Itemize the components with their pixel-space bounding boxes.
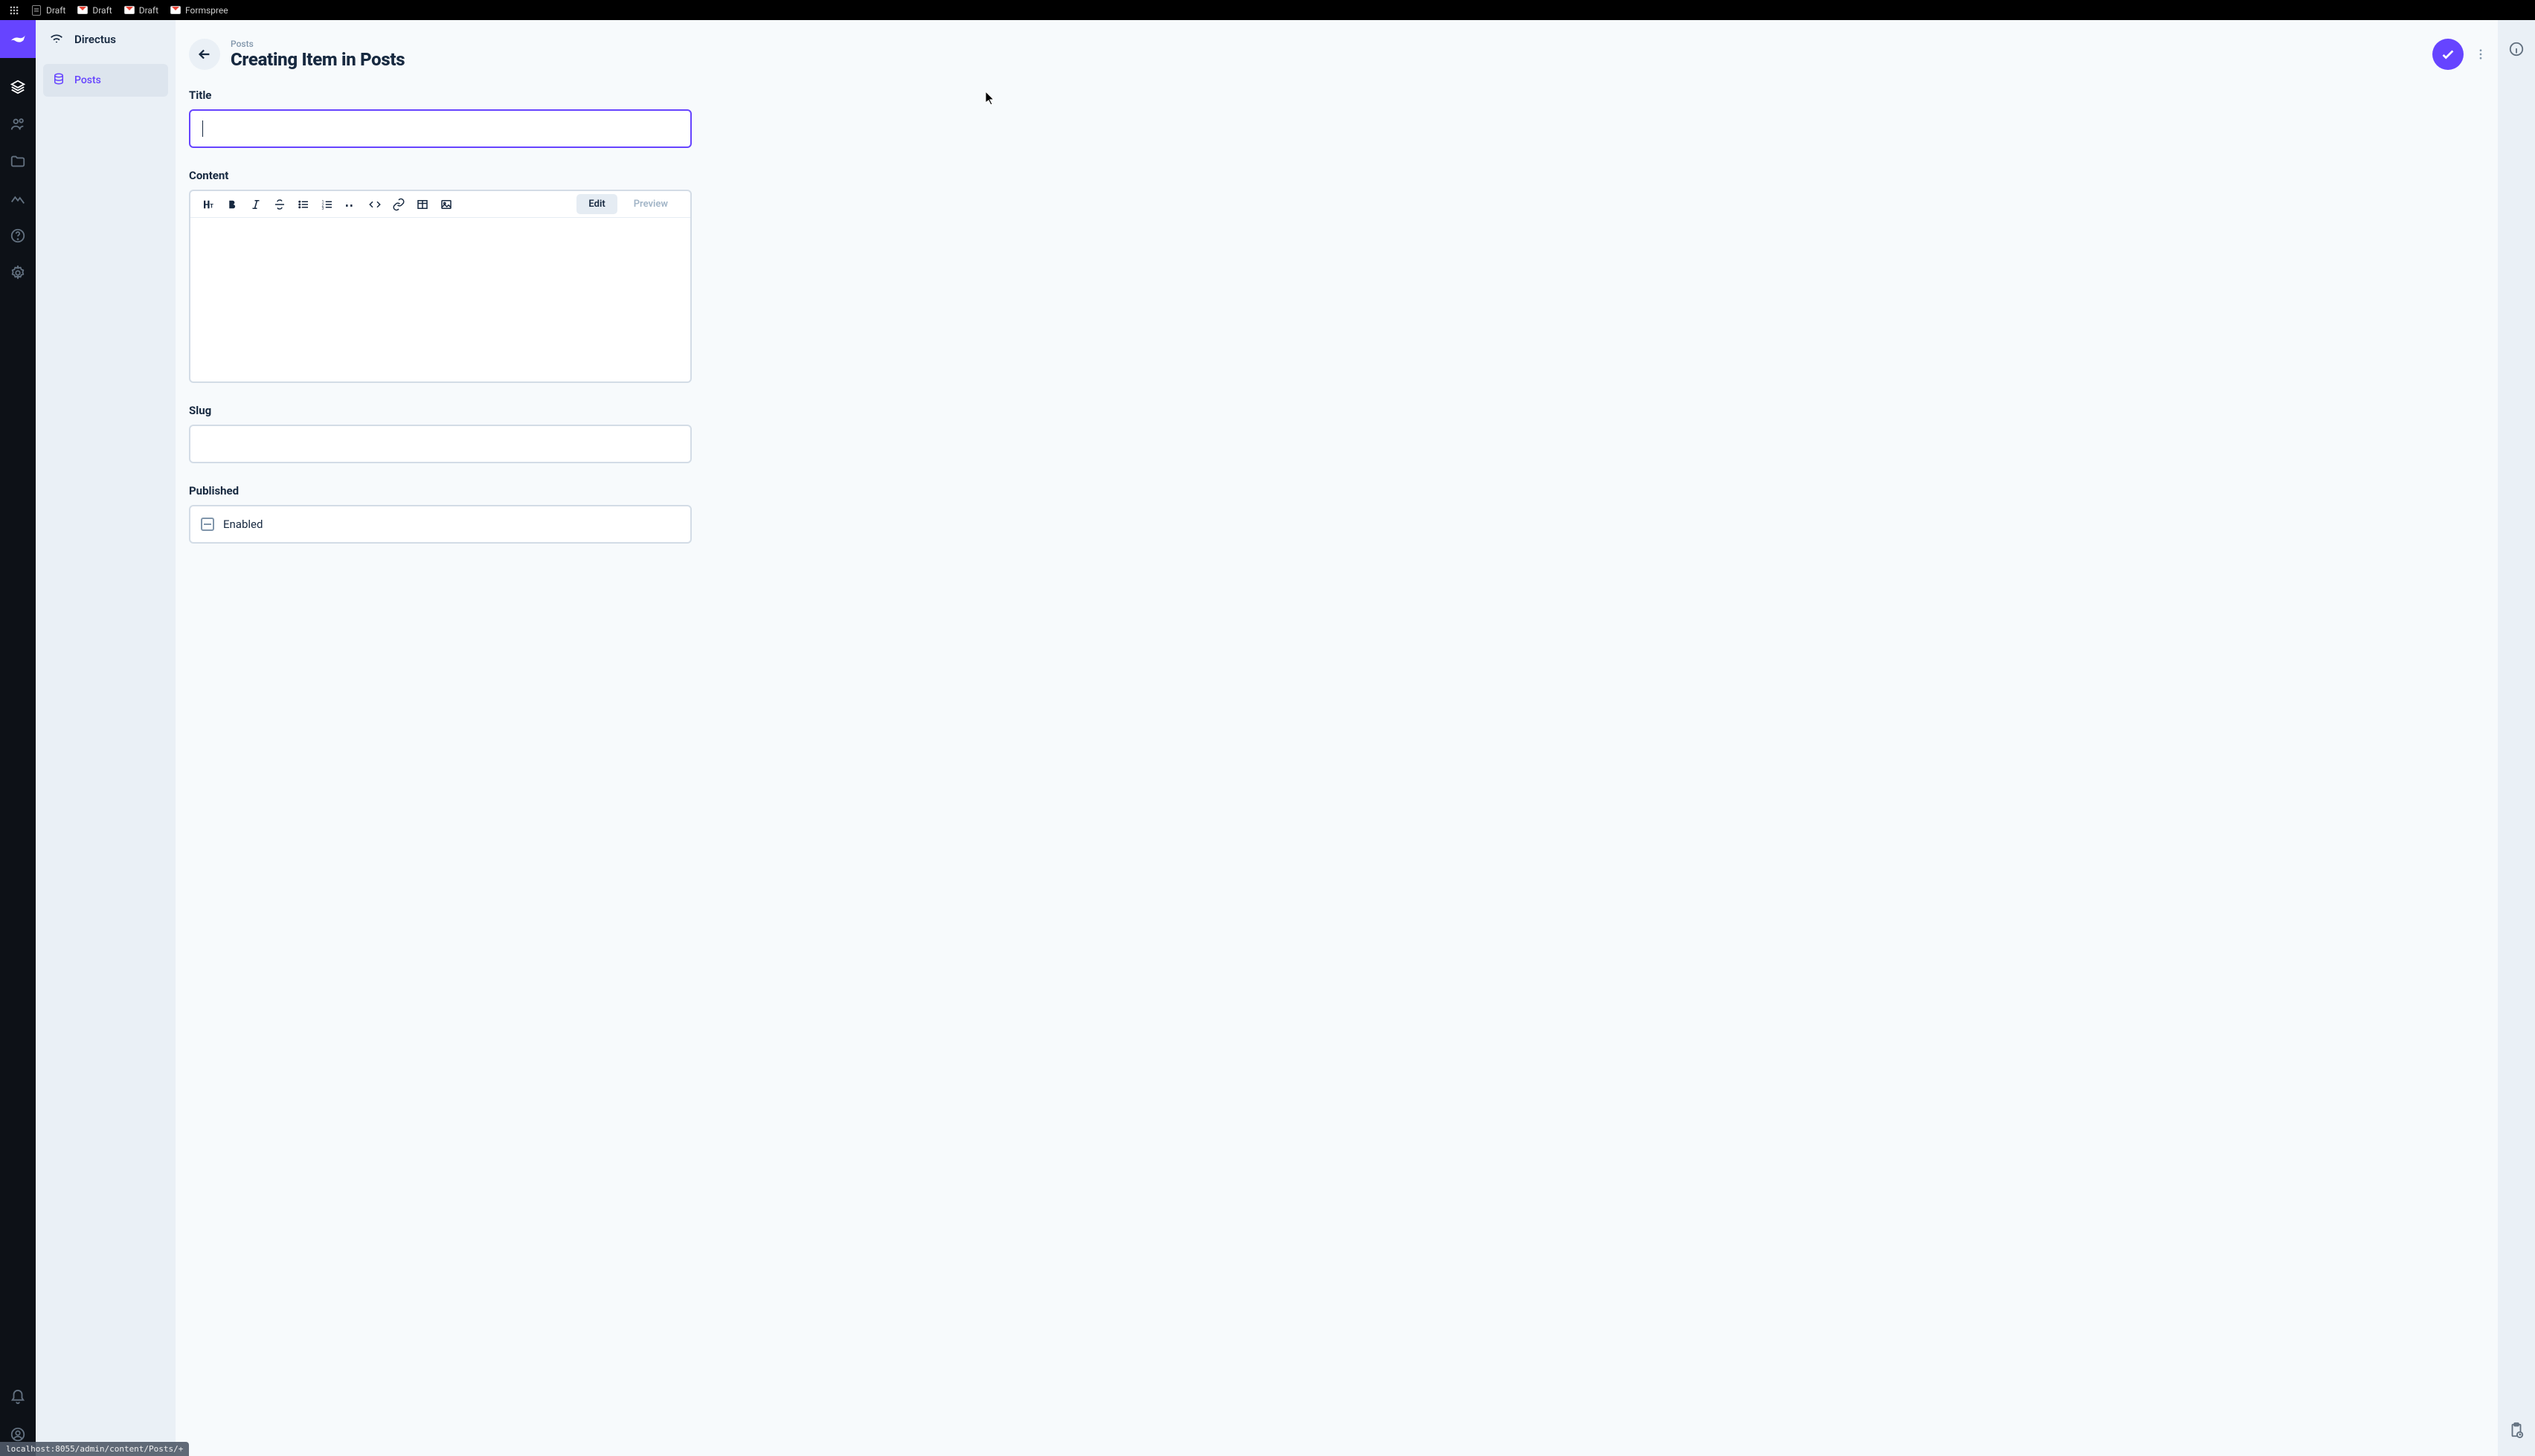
published-checkbox-wrap[interactable]: Enabled (189, 505, 692, 544)
app-name: Directus (74, 33, 116, 46)
sidebar: Directus Posts (36, 20, 176, 1456)
form-area: Title Content T (176, 88, 2498, 1456)
save-button[interactable] (2432, 39, 2464, 70)
wifi-icon (49, 30, 64, 48)
content-textarea[interactable] (190, 218, 690, 381)
apps-grid-icon[interactable] (9, 5, 19, 16)
tab-label: Formspree (185, 5, 228, 16)
slug-input[interactable] (189, 425, 692, 463)
checkbox-icon[interactable] (201, 518, 214, 531)
collection-label: Posts (74, 74, 101, 86)
field-title: Title (189, 88, 692, 148)
editor-toolbar: T 123 Edit (190, 191, 690, 218)
collection-list: Posts (36, 58, 176, 103)
gmail-icon (124, 5, 135, 16)
heading-button[interactable]: T (196, 193, 220, 216)
field-content: Content T 123 (189, 169, 692, 383)
tab-label: Draft (46, 5, 65, 16)
page-title: Creating Item in Posts (231, 49, 2422, 70)
edit-mode-button[interactable]: Edit (576, 194, 617, 214)
browser-tab[interactable]: Draft (124, 5, 158, 16)
bullet-list-button[interactable] (292, 193, 315, 216)
nav-users[interactable] (0, 106, 36, 143)
blockquote-button[interactable] (339, 193, 363, 216)
nav-notifications[interactable] (0, 1379, 36, 1416)
field-slug: Slug (189, 404, 692, 463)
nav-content[interactable] (0, 68, 36, 106)
link-button[interactable] (387, 193, 411, 216)
database-icon (52, 72, 65, 88)
field-label: Slug (189, 404, 692, 417)
image-button[interactable] (434, 193, 458, 216)
strikethrough-button[interactable] (268, 193, 292, 216)
main-content: Posts Creating Item in Posts Title (176, 20, 2498, 1456)
nav-rail (0, 20, 36, 1456)
app-shell: Directus Posts Posts Creating Item in Po… (0, 20, 2535, 1456)
right-rail (2498, 20, 2535, 1456)
content-editor: T 123 Edit (189, 190, 692, 383)
browser-tab[interactable]: Formspree (170, 5, 228, 16)
title-input[interactable] (189, 109, 692, 148)
breadcrumb[interactable]: Posts (231, 39, 2422, 49)
gmail-icon (77, 5, 88, 16)
nav-docs[interactable] (0, 217, 36, 254)
collection-item-posts[interactable]: Posts (43, 64, 168, 97)
tab-label: Draft (92, 5, 112, 16)
doc-icon (31, 5, 42, 16)
gmail-icon (170, 5, 181, 16)
field-label: Title (189, 88, 692, 102)
nav-files[interactable] (0, 143, 36, 180)
nav-settings[interactable] (0, 254, 36, 291)
browser-tab[interactable]: Draft (77, 5, 112, 16)
preview-mode-button[interactable]: Preview (622, 194, 680, 214)
topbar: Posts Creating Item in Posts (176, 20, 2498, 88)
clipboard-button[interactable] (2498, 1411, 2535, 1449)
nav-insights[interactable] (0, 180, 36, 217)
status-bar: localhost:8055/admin/content/Posts/+ (0, 1442, 189, 1456)
more-options-button[interactable] (2474, 39, 2487, 70)
sidebar-header: Directus (36, 20, 176, 58)
text-caret (202, 120, 203, 137)
table-button[interactable] (411, 193, 434, 216)
bold-button[interactable] (220, 193, 244, 216)
field-label: Content (189, 169, 692, 182)
numbered-list-button[interactable]: 123 (315, 193, 339, 216)
app-logo[interactable] (0, 20, 36, 58)
browser-tab[interactable]: Draft (31, 5, 65, 16)
svg-text:T: T (210, 202, 213, 209)
info-button[interactable] (2498, 30, 2535, 68)
italic-button[interactable] (244, 193, 268, 216)
field-published: Published Enabled (189, 484, 692, 544)
tab-label: Draft (139, 5, 158, 16)
svg-text:3: 3 (322, 206, 324, 210)
browser-tab-bar: Draft Draft Draft Formspree (0, 0, 2535, 20)
back-button[interactable] (189, 39, 220, 70)
field-label: Published (189, 484, 692, 497)
code-button[interactable] (363, 193, 387, 216)
checkbox-label: Enabled (223, 518, 263, 531)
